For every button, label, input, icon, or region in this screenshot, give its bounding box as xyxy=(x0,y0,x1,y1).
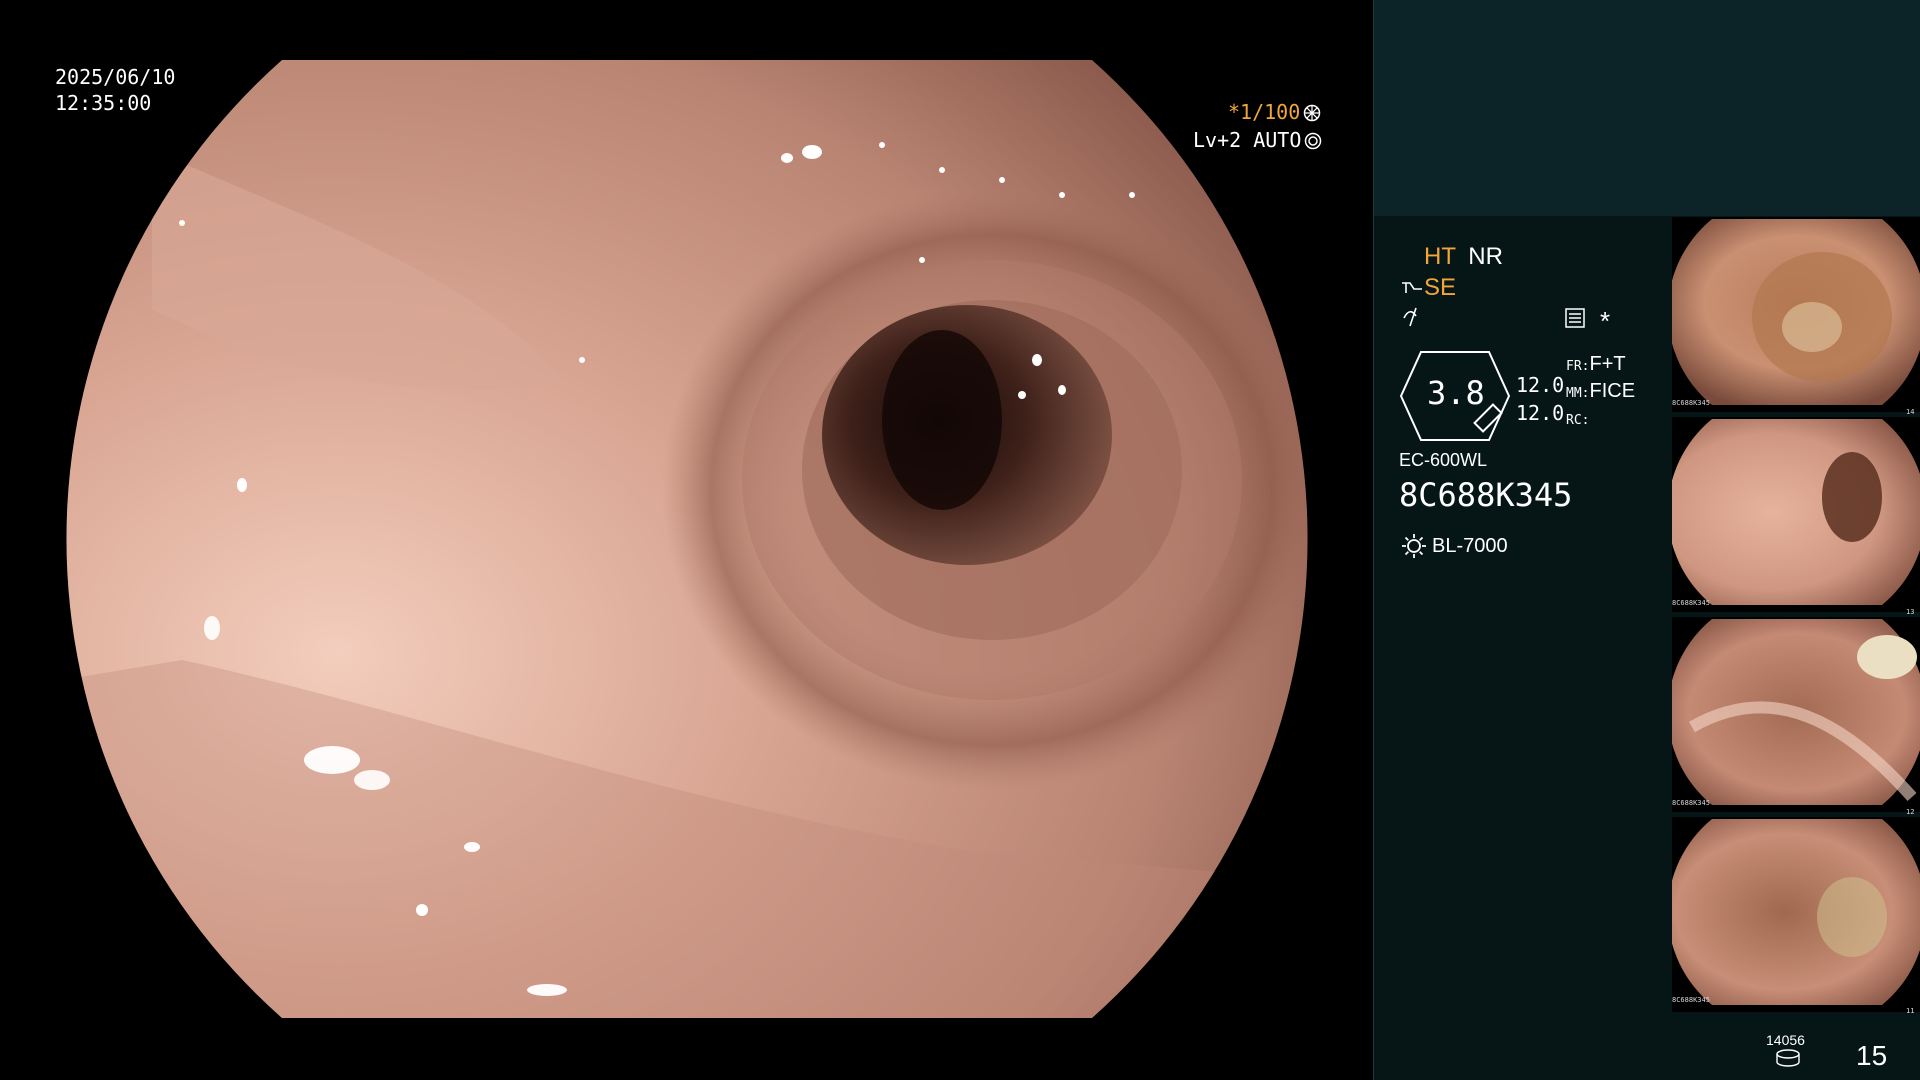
numeric-values: 12.0 12.0 xyxy=(1516,371,1564,427)
se-row: SE xyxy=(1400,274,1456,302)
colon-lumen-image xyxy=(66,60,1308,1018)
level-value: Lv+2 AUTO xyxy=(1193,128,1302,152)
processing-settings: FR:F+T MM:FICE RC: xyxy=(1566,352,1635,433)
level-readout: Lv+2 AUTO xyxy=(1193,128,1322,152)
light-source: BL-7000 xyxy=(1400,532,1508,560)
thumbnail-14[interactable] xyxy=(1672,217,1920,412)
mode-labels: HT NR xyxy=(1424,243,1503,271)
zoom-value: 3.8 xyxy=(1427,374,1485,412)
scope-model: EC-600WL xyxy=(1399,450,1488,470)
shutter-readout: *1/100 xyxy=(1228,100,1321,124)
scope-serial: 8C688K345 xyxy=(1399,476,1573,514)
thumbnail-11[interactable] xyxy=(1672,817,1920,1012)
thumbnail-index: 13 xyxy=(1906,608,1915,616)
timestamp: 2025/06/10 12:35:00 xyxy=(55,64,175,116)
date-text: 2025/06/10 xyxy=(55,65,176,89)
endoscope-view xyxy=(62,60,1312,1018)
mm-label: MM: xyxy=(1566,386,1590,401)
aperture-icon xyxy=(1303,103,1321,122)
value-top: 12.0 xyxy=(1516,373,1565,397)
se-label: SE xyxy=(1424,274,1457,301)
image-count: 15 xyxy=(1856,1040,1888,1071)
star-mark: * xyxy=(1600,306,1611,336)
thumbnail-serial: 8C688K345 xyxy=(1672,996,1710,1004)
mode-nr: NR xyxy=(1468,243,1503,270)
thumbnail-index: 11 xyxy=(1906,1007,1915,1015)
thumbnail-serial: 8C688K345 xyxy=(1672,399,1710,407)
rc-label: RC: xyxy=(1566,413,1590,428)
thumbnail-index: 12 xyxy=(1906,808,1915,816)
wave-icon xyxy=(1402,306,1422,333)
light-source-label: BL-7000 xyxy=(1432,534,1508,557)
disk-icon xyxy=(1775,1049,1801,1072)
thumbnail-serial: 8C688K345 xyxy=(1672,799,1710,807)
iris-icon xyxy=(1304,131,1322,150)
zoom-indicator: 3.8 xyxy=(1399,350,1511,442)
thumbnail-serial: 8C688K345 xyxy=(1672,599,1710,607)
shutter-value: *1/100 xyxy=(1228,100,1301,124)
mode-ht: HT xyxy=(1424,243,1456,270)
fr-label: FR: xyxy=(1566,359,1590,374)
list-box-icon xyxy=(1565,308,1585,333)
scope-tip-icon xyxy=(1400,278,1424,298)
counter-small: 14056 xyxy=(1766,1032,1805,1048)
sun-icon xyxy=(1400,532,1428,560)
thumbnail-12[interactable] xyxy=(1672,617,1920,812)
time-text: 12:35:00 xyxy=(55,91,152,115)
info-panel-header xyxy=(1373,0,1920,216)
mm-value: FICE xyxy=(1589,380,1636,402)
thumbnail-13[interactable] xyxy=(1672,417,1920,612)
fr-value: F+T xyxy=(1589,353,1626,375)
value-bottom: 12.0 xyxy=(1516,401,1565,425)
thumbnail-index: 14 xyxy=(1906,408,1915,416)
